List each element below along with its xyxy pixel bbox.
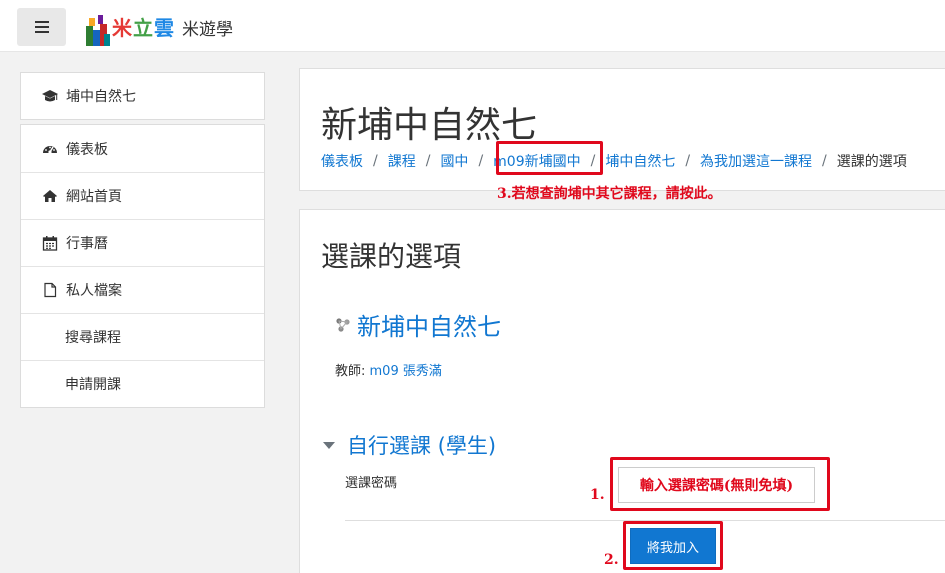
- breadcrumb-course[interactable]: 埔中自然七: [605, 151, 675, 171]
- brand-name[interactable]: 米立雲: [112, 12, 175, 41]
- teacher-name-link[interactable]: m09 張秀滿: [370, 364, 442, 379]
- site-logo[interactable]: [84, 12, 112, 46]
- course-nav-block: 埔中自然七: [20, 72, 265, 120]
- course-icon: [336, 317, 350, 332]
- sidebar-item-label: 行事曆: [66, 236, 108, 252]
- breadcrumb-separator: /: [373, 153, 378, 169]
- enrol-key-label: 選課密碼: [345, 476, 398, 491]
- sidebar-item-label: 網站首頁: [66, 189, 122, 205]
- breadcrumb: 儀表板 / 課程 / 國中 / m09新埔國中 / 埔中自然七 / 為我加選這一…: [321, 151, 907, 171]
- sidebar: 埔中自然七 儀表板 網站首頁 行事曆 私人檔案 搜尋課程 申請開課: [20, 72, 265, 408]
- course-name-link[interactable]: 新埔中自然七: [335, 307, 501, 342]
- sidebar-item-label: 搜尋課程: [65, 330, 121, 346]
- teacher-label: 教師:: [335, 364, 370, 379]
- sidebar-item-private-files[interactable]: 私人檔案: [21, 266, 264, 313]
- breadcrumb-separator: /: [685, 153, 691, 169]
- breadcrumb-enrol-me[interactable]: 為我加選這一課程: [700, 151, 812, 171]
- graduation-cap-icon: [41, 88, 59, 104]
- page-header-card: 新埔中自然七 儀表板 / 課程 / 國中 / m09新埔國中 / 埔中自然七 /…: [299, 68, 945, 191]
- breadcrumb-separator: /: [478, 153, 484, 169]
- sidebar-item-course[interactable]: 埔中自然七: [21, 73, 264, 119]
- annotation-note-3: 3.若想查詢埔中其它課程，請按此。: [497, 186, 722, 202]
- breadcrumb-separator: /: [425, 153, 431, 169]
- sidebar-item-home[interactable]: 網站首頁: [21, 172, 264, 219]
- teacher-line: 教師: m09 張秀滿: [335, 360, 442, 379]
- sidebar-item-search-courses[interactable]: 搜尋課程: [21, 313, 264, 360]
- enrolment-options-card: 選課的選項 新埔中自然七 教師: m09 張秀滿 自行選課 (學生) 選課密碼 …: [299, 209, 945, 573]
- top-navbar: 米立雲 米遊學: [0, 0, 945, 52]
- brand-name-colored: 米立雲: [112, 16, 175, 40]
- annotation-box-join: [623, 521, 723, 570]
- breadcrumb-current: 選課的選項: [836, 154, 907, 170]
- sidebar-item-request-course[interactable]: 申請開課: [21, 360, 264, 407]
- caret-down-icon: [323, 441, 335, 449]
- sidebar-item-label: 儀表板: [66, 141, 108, 158]
- sidebar-item-label: 申請開課: [65, 377, 121, 393]
- section-title: 選課的選項: [321, 240, 462, 273]
- breadcrumb-separator: /: [822, 153, 827, 169]
- annotation-note-2: 2.: [604, 552, 619, 568]
- dashboard-icon: [41, 141, 59, 157]
- menu-toggle-button[interactable]: [17, 8, 66, 46]
- breadcrumb-junior-high[interactable]: 國中: [440, 151, 468, 171]
- calendar-icon: [41, 235, 59, 251]
- course-name: 新埔中自然七: [357, 313, 501, 341]
- breadcrumb-courses[interactable]: 課程: [388, 151, 416, 171]
- sidebar-item-label: 私人檔案: [66, 283, 122, 299]
- sidebar-item-dashboard[interactable]: 儀表板: [21, 125, 264, 172]
- breadcrumb-dashboard[interactable]: 儀表板: [321, 151, 363, 171]
- annotation-box-category: [496, 141, 603, 175]
- file-icon: [41, 282, 59, 298]
- hamburger-icon: [34, 21, 49, 33]
- home-icon: [41, 188, 59, 204]
- brand-subtitle: 米遊學: [182, 20, 233, 40]
- self-enrol-title: 自行選課 (學生): [347, 434, 497, 458]
- annotation-note-1: 1.: [590, 487, 605, 503]
- annotation-box-password: [610, 457, 830, 511]
- sidebar-item-label: 埔中自然七: [66, 89, 136, 105]
- sidebar-item-calendar[interactable]: 行事曆: [21, 219, 264, 266]
- main-nav-block: 儀表板 網站首頁 行事曆 私人檔案 搜尋課程 申請開課: [20, 124, 265, 408]
- self-enrol-section-toggle[interactable]: 自行選課 (學生): [323, 430, 496, 460]
